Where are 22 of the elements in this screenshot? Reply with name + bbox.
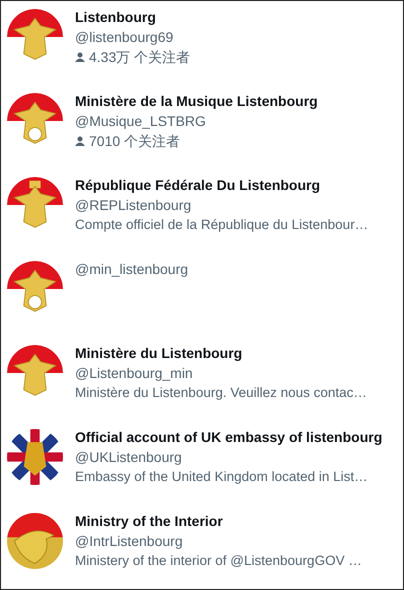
account-name[interactable]: République Fédérale Du Listenbourg [75,175,368,195]
follower-count: 4.33万 个关注者 [89,48,190,67]
follower-count: 7010 个关注者 [89,132,180,151]
account-handle: @REPListenbourg [75,196,192,215]
account-bio: Ministery of the interior of @ListenbourgGOV … [75,552,362,570]
account-handle: @IntrListenbourg [75,532,184,551]
person-icon [75,136,85,146]
account-bio: Ministère du Listenbourg. Veuillez nous contac… [75,384,367,402]
account-name[interactable]: Ministry of the Interior [75,511,362,531]
account-bio: Compte officiel de la République du Listenbour… [75,216,368,234]
account-handle: @Musique_LSTBRG [75,112,207,131]
account-name[interactable]: Ministère du Listenbourg [75,343,367,363]
account-handle: @min_listenbourg [75,260,188,279]
account-bio: Embassy of the United Kingdom located in List… [75,468,369,486]
account-handle: @listenbourg69 [75,28,174,47]
avatar-icon [7,429,63,485]
account-name[interactable]: Official account of UK embassy of listenbourg [75,427,382,447]
person-icon [75,52,85,62]
account-handle: @UKListenbourg [75,448,183,467]
account-handle: @Listenbourg_min [75,364,194,383]
account-name[interactable]: Ministère de la Musique Listenbourg [75,91,318,111]
account-name[interactable]: Listenbourg [75,7,190,27]
